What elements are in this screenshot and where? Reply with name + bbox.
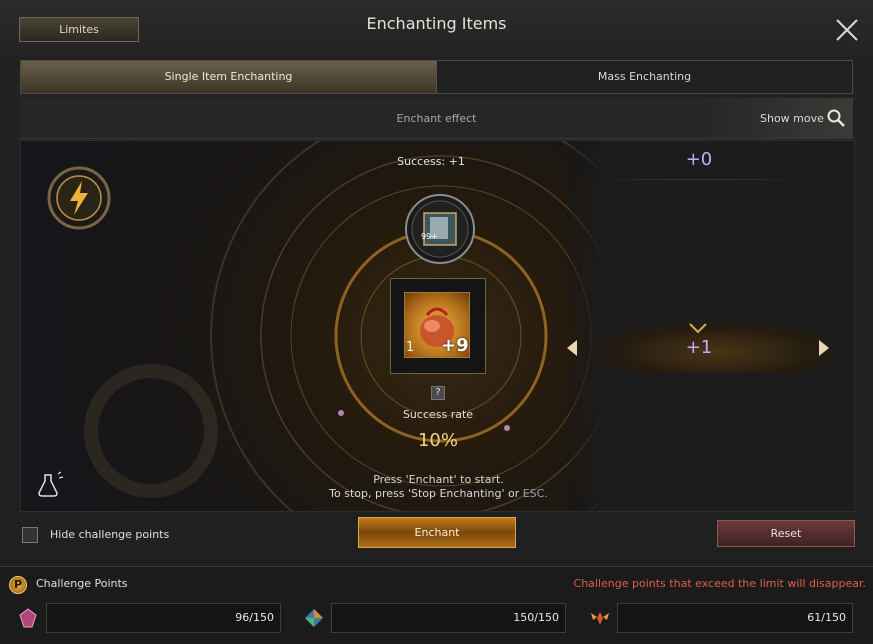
success-label: Success: +1 (397, 155, 465, 168)
enchant-window: Limites Enchanting Items Single Item Enc… (0, 0, 873, 644)
reset-button[interactable]: Reset (717, 520, 855, 547)
tab-bar: Single Item Enchanting Mass Enchanting (20, 60, 853, 94)
tab-mass-enchanting[interactable]: Mass Enchanting (437, 61, 852, 93)
arrow-right-icon[interactable] (816, 339, 832, 357)
item-slot[interactable]: 1 +9 (390, 278, 486, 374)
esc-key-label: ESC. (522, 487, 548, 500)
close-icon[interactable] (832, 15, 862, 45)
show-move-label: Show move (760, 112, 824, 125)
success-rate-value: 10% (417, 430, 458, 451)
winged-emblem-icon (591, 612, 609, 625)
item-enchant-level: +9 (441, 335, 469, 356)
rune-count: 99+ (421, 232, 438, 241)
potion-icon[interactable] (35, 469, 65, 499)
pink-crystal-icon (19, 608, 37, 628)
success-rate-label: Success rate (402, 408, 474, 421)
tab-single-item-enchanting[interactable]: Single Item Enchanting (21, 61, 437, 93)
challenge-points-label: Challenge Points (36, 577, 128, 590)
instruction-stop-text: To stop, press 'Stop Enchanting' or (329, 487, 520, 500)
divider (589, 179, 809, 180)
target-enchant-level: +1 (685, 337, 713, 358)
enchant-stage: Success: +1 99+ 1 +9 ? Success rate 10% … (20, 140, 855, 512)
arrow-left-icon[interactable] (564, 339, 580, 357)
current-enchant-level: +0 (685, 149, 713, 170)
show-move-button[interactable]: Show move (700, 98, 853, 138)
lightning-icon (47, 166, 111, 230)
enchant-effect-bar: Enchant effect Show move (20, 98, 853, 139)
enchant-button[interactable]: Enchant (358, 517, 516, 548)
prism-stone-icon (305, 609, 323, 627)
challenge-warning: Challenge points that exceed the limit w… (573, 577, 866, 590)
challenge-field-2: 150/150 (331, 603, 566, 633)
hide-challenge-checkbox[interactable] (22, 527, 38, 543)
item-count: 1 (406, 340, 415, 355)
search-icon[interactable] (826, 108, 846, 128)
window-title: Enchanting Items (366, 14, 507, 33)
challenge-field-3: 61/150 (617, 603, 853, 633)
help-icon[interactable]: ? (431, 386, 445, 400)
rune-material-slot[interactable] (404, 193, 476, 265)
challenge-points-icon: P (9, 576, 27, 594)
chevron-down-icon (689, 323, 707, 334)
challenge-field-1: 96/150 (46, 603, 281, 633)
challenge-points-bar: P Challenge Points Challenge points that… (0, 566, 873, 644)
hide-challenge-label: Hide challenge points (50, 528, 170, 541)
